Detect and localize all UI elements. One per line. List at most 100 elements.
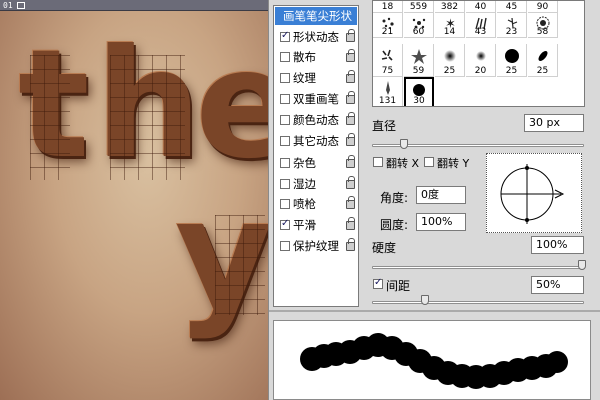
hardness-slider-thumb[interactable] xyxy=(578,260,586,270)
preset-size: 60 xyxy=(412,27,425,37)
brush-preset-selected[interactable]: 30 xyxy=(404,77,434,106)
preset-size: 25 xyxy=(443,66,456,76)
brush-preset[interactable]: 20 xyxy=(466,44,496,77)
brush-preset[interactable]: 25 xyxy=(497,44,527,77)
brush-preset[interactable]: 43 xyxy=(466,13,496,38)
preset-size: 59 xyxy=(412,66,425,76)
lock-icon[interactable] xyxy=(346,70,355,83)
list-item-noise[interactable]: 杂色 xyxy=(274,153,358,173)
hard-round-brush-icon xyxy=(504,49,519,63)
list-item-label: 纹理 xyxy=(293,71,316,85)
smoothing-checkbox[interactable] xyxy=(280,218,290,230)
preset-size: 75 xyxy=(381,66,394,76)
spacing-checkbox[interactable] xyxy=(373,277,383,289)
list-item-label: 湿边 xyxy=(293,177,316,191)
flip-y-label: 翻转 Y xyxy=(437,157,470,170)
wet-edges-checkbox[interactable] xyxy=(280,179,290,189)
brush-preset[interactable]: 18 xyxy=(373,1,403,13)
diameter-slider-thumb[interactable] xyxy=(400,139,408,149)
lock-icon[interactable] xyxy=(346,155,355,168)
maple-brush-icon xyxy=(410,49,427,64)
hardness-input[interactable]: 100% xyxy=(531,236,584,254)
list-item-scattering[interactable]: 散布 xyxy=(274,47,358,67)
hardness-slider[interactable] xyxy=(372,266,584,269)
brush-stroke-preview xyxy=(273,320,591,400)
list-item-smoothing[interactable]: 平滑 xyxy=(274,215,358,235)
spacing-slider[interactable] xyxy=(372,301,584,304)
brush-preset[interactable]: 131 xyxy=(373,77,403,106)
brush-stroke-icon xyxy=(300,333,568,389)
document-tab-bar: 01 xyxy=(0,0,268,11)
dual-brush-checkbox[interactable] xyxy=(280,94,290,104)
other-dynamics-checkbox[interactable] xyxy=(280,136,290,146)
list-item-shape-dynamics[interactable]: 形状动态 xyxy=(274,27,358,47)
brush-preset[interactable]: 90 xyxy=(528,1,558,13)
list-item-texture[interactable]: 纹理 xyxy=(274,68,358,88)
brush-preset[interactable]: 21 xyxy=(373,13,403,38)
leaf-scatter-brush-icon xyxy=(381,49,393,61)
color-dynamics-checkbox[interactable] xyxy=(280,115,290,125)
spacing-slider-thumb[interactable] xyxy=(421,295,429,305)
lock-icon[interactable] xyxy=(346,49,355,62)
list-item-label: 形状动态 xyxy=(293,30,339,44)
list-item-label: 其它动态 xyxy=(293,134,339,148)
brush-preset[interactable]: 559 xyxy=(404,1,434,13)
lock-icon[interactable] xyxy=(346,238,355,251)
lock-icon[interactable] xyxy=(346,217,355,230)
brush-preset[interactable]: 58 xyxy=(528,13,558,38)
airbrush-checkbox[interactable] xyxy=(280,199,290,209)
roundness-label: 圆度: xyxy=(380,218,409,232)
angle-input[interactable]: 0度 xyxy=(416,186,466,204)
list-item-color-dynamics[interactable]: 颜色动态 xyxy=(274,110,358,130)
lock-icon[interactable] xyxy=(346,91,355,104)
chocolate-grid-overlay-1 xyxy=(30,55,70,180)
lock-icon[interactable] xyxy=(346,176,355,189)
preset-size: 382 xyxy=(440,2,459,12)
brush-preset[interactable]: 25 xyxy=(528,44,558,77)
lock-icon[interactable] xyxy=(346,112,355,125)
list-item-label: 保护纹理 xyxy=(293,239,339,253)
list-item-wet-edges[interactable]: 湿边 xyxy=(274,174,358,194)
spacing-label: 间距 xyxy=(386,279,411,293)
angle-label: 角度: xyxy=(380,191,409,205)
brush-preset[interactable]: 45 xyxy=(497,1,527,13)
brush-preset[interactable]: 60 xyxy=(404,13,434,38)
brush-preset[interactable]: 25 xyxy=(435,44,465,77)
list-item-airbrush[interactable]: 喷枪 xyxy=(274,194,358,214)
protect-texture-checkbox[interactable] xyxy=(280,241,290,251)
preset-size: 25 xyxy=(505,66,518,76)
angle-roundness-widget[interactable] xyxy=(486,153,582,233)
spacing-input[interactable]: 50% xyxy=(531,276,584,294)
angled-brush-icon xyxy=(538,51,547,61)
scattering-checkbox[interactable] xyxy=(280,52,290,62)
lock-icon[interactable] xyxy=(346,133,355,146)
list-item-brush-tip-shape[interactable]: 画笔笔尖形状 xyxy=(275,7,357,25)
shape-dynamics-checkbox[interactable] xyxy=(280,30,290,42)
list-item-label: 双重画笔 xyxy=(293,92,339,106)
window-icon xyxy=(17,2,25,9)
noise-checkbox[interactable] xyxy=(280,158,290,168)
list-item-protect-texture[interactable]: 保护纹理 xyxy=(274,236,358,256)
flip-y-checkbox[interactable] xyxy=(424,157,434,167)
list-item-other-dynamics[interactable]: 其它动态 xyxy=(274,131,358,151)
list-item-label: 杂色 xyxy=(293,156,316,170)
brush-preset[interactable]: 23 xyxy=(497,13,527,38)
brush-preset[interactable]: 75 xyxy=(373,44,403,77)
diameter-input[interactable]: 30 px xyxy=(524,114,584,132)
brush-preset[interactable]: 40 xyxy=(466,1,496,13)
roundness-input[interactable]: 100% xyxy=(416,213,466,231)
preset-size: 40 xyxy=(474,2,487,12)
flip-x-checkbox[interactable] xyxy=(373,157,383,167)
brush-preset[interactable]: ✶ 14 xyxy=(435,13,465,38)
preset-size: 131 xyxy=(378,96,397,106)
brush-preset[interactable]: 382 xyxy=(435,1,465,13)
texture-checkbox[interactable] xyxy=(280,73,290,83)
lock-icon[interactable] xyxy=(346,29,355,42)
preset-size: 14 xyxy=(443,27,456,37)
list-item-dual-brush[interactable]: 双重画笔 xyxy=(274,89,358,109)
brush-angle-icon xyxy=(500,164,565,224)
brush-preset[interactable]: 59 xyxy=(404,44,434,77)
document-canvas[interactable]: 01 t h e y xyxy=(0,0,268,400)
drop-brush-icon xyxy=(385,81,390,95)
lock-icon[interactable] xyxy=(346,196,355,209)
